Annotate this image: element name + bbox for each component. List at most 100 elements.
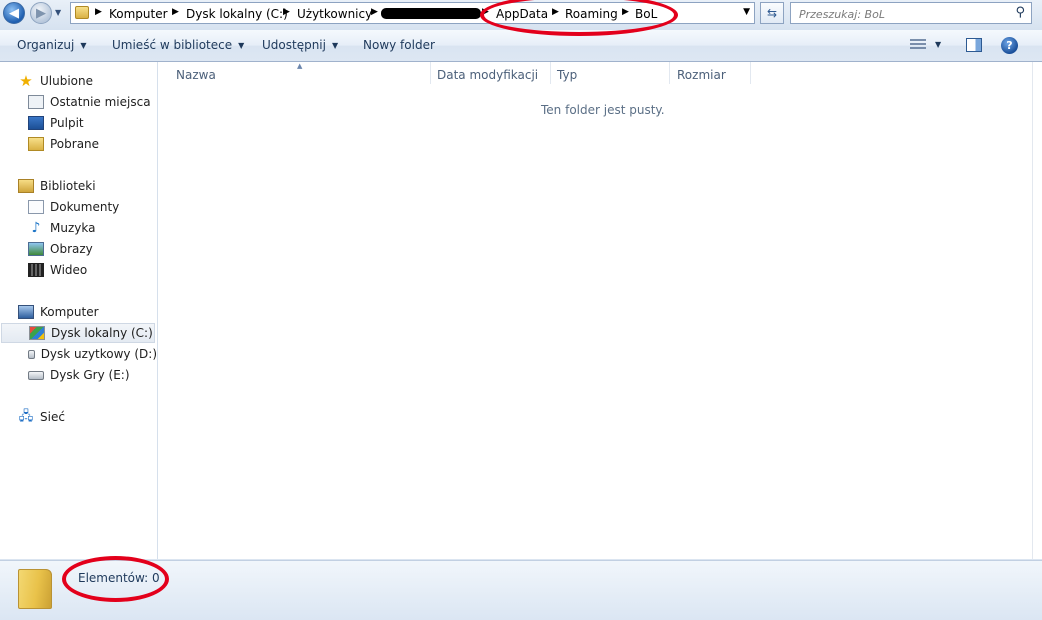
nav-disk-d-label: Dysk uzytkowy (D:) (40, 347, 157, 361)
help-icon[interactable]: ? (1001, 37, 1018, 54)
nav-downloads[interactable]: Pobrane (0, 134, 157, 154)
forward-button[interactable]: ▶ (30, 2, 52, 24)
view-options-icon[interactable] (910, 39, 926, 51)
include-in-library-label: Umieść w bibliotece (112, 38, 233, 52)
breadcrumb-bol[interactable]: BoL (635, 7, 657, 21)
breadcrumb-separator[interactable]: ▶ (622, 7, 629, 17)
music-icon: ♪ (31, 220, 41, 236)
breadcrumb-local-disk[interactable]: Dysk lokalny (C:) (186, 7, 288, 21)
nav-disk-e-label: Dysk Gry (E:) (50, 368, 130, 382)
organize-label: Organizuj (17, 38, 75, 52)
share-button[interactable]: Udostępnij ▼ (262, 38, 338, 52)
breadcrumb-appdata[interactable]: AppData (496, 7, 548, 21)
videos-icon (28, 263, 44, 277)
downloads-folder-icon (28, 137, 44, 151)
refresh-icon: ⇆ (766, 6, 778, 20)
windows-drive-icon (29, 326, 45, 340)
column-divider[interactable] (669, 62, 670, 84)
desktop-icon (28, 116, 44, 130)
favorites-group: ★ Ulubione Ostatnie miejsca Pulpit Pobran… (0, 71, 157, 154)
breadcrumb-separator[interactable]: ▶ (283, 7, 290, 17)
nav-favorites-label: Ulubione (40, 74, 94, 88)
computer-icon (18, 305, 34, 319)
chevron-down-icon: ▼ (331, 41, 339, 50)
hard-drive-icon (28, 370, 44, 380)
nav-disk-e[interactable]: Dysk Gry (E:) (0, 365, 157, 385)
refresh-button[interactable]: ⇆ (760, 2, 784, 24)
include-in-library-button[interactable]: Umieść w bibliotece ▼ (112, 38, 244, 52)
navigation-pane: ★ Ulubione Ostatnie miejsca Pulpit Pobran… (0, 62, 158, 559)
redacted-username (381, 8, 481, 19)
breadcrumb-separator[interactable]: ▶ (371, 7, 378, 17)
recent-pages-dropdown[interactable]: ▼ (55, 8, 67, 20)
chevron-down-icon[interactable]: ▼ (935, 40, 941, 49)
new-folder-button[interactable]: Nowy folder (363, 38, 435, 52)
breadcrumb-users[interactable]: Użytkownicy (297, 7, 372, 21)
libraries-group: Biblioteki Dokumenty ♪ Muzyka Obrazy Wide… (0, 176, 157, 280)
back-button[interactable]: ◀ (3, 2, 25, 24)
organize-button[interactable]: Organizuj ▼ (17, 38, 86, 52)
nav-local-disk-c-label: Dysk lokalny (C:) (51, 326, 153, 340)
command-toolbar: Organizuj ▼ Umieść w bibliotece ▼ Udostępn… (0, 30, 1042, 62)
column-header-type[interactable]: Typ (557, 68, 577, 82)
computer-group: Komputer Dysk lokalny (C:) Dysk uzytkowy… (0, 302, 157, 385)
column-header-date-modified[interactable]: Data modyfikacji (437, 68, 538, 82)
breadcrumb-separator[interactable]: ▶ (172, 7, 179, 17)
breadcrumb-computer[interactable]: Komputer (109, 7, 168, 21)
address-bar-row: ◀ ▶ ▼ ▶ Komputer ▶ Dysk lokalny (C:) ▶ U… (0, 0, 1042, 30)
share-label: Udostępnij (262, 38, 326, 52)
search-icon[interactable]: ⚲ (1015, 5, 1025, 20)
empty-folder-message: Ten folder jest pusty. (541, 103, 665, 117)
preview-pane-icon[interactable] (966, 38, 982, 52)
breadcrumb-separator[interactable]: ▶ (95, 7, 102, 17)
nav-videos[interactable]: Wideo (0, 260, 157, 280)
star-icon: ★ (19, 72, 33, 90)
column-header-size[interactable]: Rozmiar (677, 68, 726, 82)
folder-icon (75, 6, 89, 19)
network-group: 🖧 Sieć (0, 407, 157, 427)
nav-libraries-label: Biblioteki (40, 179, 96, 193)
breadcrumb-separator[interactable]: ▶ (482, 7, 489, 17)
documents-icon (28, 200, 44, 214)
nav-recent-places[interactable]: Ostatnie miejsca (0, 92, 157, 112)
column-divider[interactable] (550, 62, 551, 84)
nav-network[interactable]: 🖧 Sieć (0, 407, 157, 427)
forward-arrow-icon: ▶ (36, 5, 46, 21)
nav-music[interactable]: ♪ Muzyka (0, 218, 157, 238)
nav-documents[interactable]: Dokumenty (0, 197, 157, 217)
nav-favorites[interactable]: ★ Ulubione (0, 71, 157, 91)
libraries-icon (18, 179, 34, 193)
search-box[interactable]: ⚲ (790, 2, 1032, 24)
chevron-down-icon: ▼ (80, 41, 87, 50)
address-bar[interactable]: ▶ Komputer ▶ Dysk lokalny (C:) ▶ Użytkow… (70, 2, 755, 24)
nav-local-disk-c[interactable]: Dysk lokalny (C:) (1, 323, 155, 343)
nav-desktop-label: Pulpit (50, 116, 84, 130)
breadcrumb-roaming[interactable]: Roaming (565, 7, 618, 21)
folder-icon (18, 569, 52, 609)
back-arrow-icon: ◀ (9, 5, 19, 21)
nav-downloads-label: Pobrane (50, 137, 100, 151)
column-header-name[interactable]: Nazwa (176, 68, 216, 82)
nav-videos-label: Wideo (50, 263, 88, 277)
vertical-scrollbar[interactable] (1032, 62, 1042, 559)
nav-network-label: Sieć (40, 410, 65, 424)
file-list[interactable]: ▲ Nazwa Data modyfikacji Typ Rozmiar Ten… (158, 62, 1032, 559)
address-history-dropdown[interactable]: ▼ (743, 7, 750, 17)
chevron-down-icon: ▼ (238, 41, 245, 50)
nav-music-label: Muzyka (50, 221, 96, 235)
recent-places-icon (28, 95, 44, 109)
nav-libraries[interactable]: Biblioteki (0, 176, 157, 196)
column-divider[interactable] (430, 62, 431, 84)
column-divider[interactable] (750, 62, 751, 84)
nav-documents-label: Dokumenty (50, 200, 120, 214)
sort-ascending-icon: ▲ (297, 62, 303, 70)
nav-desktop[interactable]: Pulpit (0, 113, 157, 133)
nav-computer[interactable]: Komputer (0, 302, 157, 322)
breadcrumb-separator[interactable]: ▶ (552, 7, 559, 17)
pictures-icon (28, 242, 44, 256)
nav-disk-d[interactable]: Dysk uzytkowy (D:) (0, 344, 157, 364)
search-input[interactable] (797, 5, 1011, 23)
nav-pictures[interactable]: Obrazy (0, 239, 157, 259)
nav-recent-places-label: Ostatnie miejsca (50, 95, 151, 109)
details-pane: Elementów: 0 (0, 560, 1042, 620)
